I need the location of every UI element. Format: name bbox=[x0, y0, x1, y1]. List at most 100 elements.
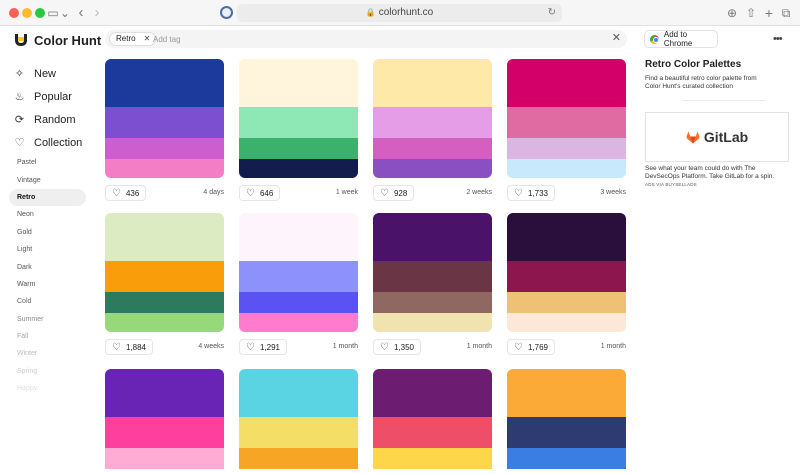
palette-card[interactable]: ♡ 1,884 4 weeks bbox=[105, 213, 224, 355]
palette-swatches[interactable] bbox=[105, 369, 224, 474]
color-swatch[interactable] bbox=[239, 59, 358, 107]
add-tag-input[interactable] bbox=[153, 33, 553, 45]
color-swatch[interactable] bbox=[507, 469, 626, 474]
color-swatch[interactable] bbox=[239, 138, 358, 159]
color-swatch[interactable] bbox=[105, 369, 224, 417]
color-swatch[interactable] bbox=[373, 159, 492, 178]
remove-tag-icon[interactable]: ✕ bbox=[144, 33, 151, 45]
tag-item-summer[interactable]: Summer bbox=[9, 311, 86, 328]
color-swatch[interactable] bbox=[239, 107, 358, 138]
palette-swatches[interactable] bbox=[507, 59, 626, 178]
palette-swatches[interactable] bbox=[239, 369, 358, 474]
tag-search-bar[interactable]: Retro ✕ ✕ bbox=[105, 30, 627, 48]
palette-swatches[interactable] bbox=[373, 59, 492, 178]
color-swatch[interactable] bbox=[373, 369, 492, 417]
more-options-icon[interactable]: ••• bbox=[773, 33, 783, 45]
palette-card[interactable] bbox=[239, 369, 358, 474]
tag-item-pastel[interactable]: Pastel bbox=[9, 154, 86, 171]
palette-card[interactable] bbox=[507, 369, 626, 474]
tag-item-warm[interactable]: Warm bbox=[9, 276, 86, 293]
color-swatch[interactable] bbox=[239, 261, 358, 292]
color-swatch[interactable] bbox=[507, 369, 626, 417]
color-swatch[interactable] bbox=[239, 369, 358, 417]
tag-item-happy[interactable]: Happy bbox=[9, 380, 86, 397]
palette-card[interactable]: ♡ 1,769 1 month bbox=[507, 213, 626, 355]
color-swatch[interactable] bbox=[239, 417, 358, 448]
color-swatch[interactable] bbox=[105, 138, 224, 159]
nav-item-collection[interactable]: ♡ Collection bbox=[13, 131, 98, 154]
tag-item-cold[interactable]: Cold bbox=[9, 293, 86, 310]
site-settings-icon[interactable] bbox=[220, 6, 233, 19]
color-swatch[interactable] bbox=[105, 59, 224, 107]
like-button[interactable]: ♡ 1,733 bbox=[507, 185, 555, 201]
tag-item-fall[interactable]: Fall bbox=[9, 328, 86, 345]
new-tab-button[interactable]: + bbox=[763, 4, 775, 22]
color-swatch[interactable] bbox=[105, 261, 224, 292]
brand-name[interactable]: Color Hunt bbox=[34, 33, 101, 48]
color-swatch[interactable] bbox=[373, 469, 492, 474]
color-swatch[interactable] bbox=[507, 159, 626, 178]
color-swatch[interactable] bbox=[239, 159, 358, 178]
zoom-window-button[interactable] bbox=[35, 8, 45, 18]
color-swatch[interactable] bbox=[239, 292, 358, 313]
color-swatch[interactable] bbox=[373, 292, 492, 313]
palette-swatches[interactable] bbox=[373, 213, 492, 332]
color-swatch[interactable] bbox=[373, 417, 492, 448]
nav-item-new[interactable]: ✧ New bbox=[13, 62, 98, 85]
forward-button[interactable]: › bbox=[92, 4, 102, 22]
ad-via-label[interactable]: ADS VIA BUYSELLADS bbox=[645, 182, 697, 187]
tag-item-spring[interactable]: Spring bbox=[9, 363, 86, 380]
color-swatch[interactable] bbox=[507, 313, 626, 332]
like-button[interactable]: ♡ 928 bbox=[373, 185, 415, 201]
tag-item-gold[interactable]: Gold bbox=[9, 224, 86, 241]
color-swatch[interactable] bbox=[239, 448, 358, 469]
tag-item-dark[interactable]: Dark bbox=[9, 258, 86, 275]
palette-swatches[interactable] bbox=[507, 369, 626, 474]
like-button[interactable]: ♡ 1,769 bbox=[507, 339, 555, 355]
palette-swatches[interactable] bbox=[507, 213, 626, 332]
color-swatch[interactable] bbox=[507, 59, 626, 107]
tag-item-vintage[interactable]: Vintage bbox=[9, 171, 86, 188]
close-window-button[interactable] bbox=[9, 8, 19, 18]
tab-overview-icon[interactable]: ⧉ bbox=[780, 4, 792, 22]
tag-chip-retro[interactable]: Retro ✕ bbox=[109, 32, 157, 46]
palette-card[interactable]: ♡ 1,350 1 month bbox=[373, 213, 492, 355]
clear-search-icon[interactable]: ✕ bbox=[612, 31, 621, 44]
color-swatch[interactable] bbox=[507, 448, 626, 469]
color-swatch[interactable] bbox=[239, 469, 358, 474]
ad-banner[interactable]: GitLab bbox=[645, 112, 789, 162]
tag-item-light[interactable]: Light bbox=[9, 241, 86, 258]
color-swatch[interactable] bbox=[507, 417, 626, 448]
color-swatch[interactable] bbox=[105, 313, 224, 332]
palette-card[interactable]: ♡ 1,291 1 month bbox=[239, 213, 358, 355]
color-swatch[interactable] bbox=[373, 107, 492, 138]
palette-swatches[interactable] bbox=[105, 213, 224, 332]
tag-item-neon[interactable]: Neon bbox=[9, 206, 86, 223]
palette-card[interactable]: ♡ 436 4 days bbox=[105, 59, 224, 201]
add-to-chrome-button[interactable]: Add to Chrome bbox=[644, 30, 718, 48]
color-swatch[interactable] bbox=[105, 292, 224, 313]
color-swatch[interactable] bbox=[105, 417, 224, 448]
address-bar[interactable]: 🔒 colorhunt.co ↻ bbox=[237, 4, 562, 22]
palette-swatches[interactable] bbox=[239, 213, 358, 332]
color-swatch[interactable] bbox=[373, 213, 492, 261]
color-swatch[interactable] bbox=[507, 138, 626, 159]
like-button[interactable]: ♡ 436 bbox=[105, 185, 147, 201]
color-swatch[interactable] bbox=[373, 138, 492, 159]
color-swatch[interactable] bbox=[105, 107, 224, 138]
palette-card[interactable]: ♡ 1,733 3 weeks bbox=[507, 59, 626, 201]
palette-card[interactable] bbox=[373, 369, 492, 474]
tag-item-winter[interactable]: Winter bbox=[9, 345, 86, 362]
like-button[interactable]: ♡ 1,884 bbox=[105, 339, 153, 355]
chevron-down-icon[interactable]: ⌄ bbox=[60, 4, 70, 22]
color-swatch[interactable] bbox=[105, 159, 224, 178]
color-swatch[interactable] bbox=[373, 448, 492, 469]
reload-icon[interactable]: ↻ bbox=[548, 4, 556, 22]
color-swatch[interactable] bbox=[373, 261, 492, 292]
color-swatch[interactable] bbox=[507, 261, 626, 292]
palette-swatches[interactable] bbox=[239, 59, 358, 178]
palette-card[interactable]: ♡ 928 2 weeks bbox=[373, 59, 492, 201]
color-swatch[interactable] bbox=[105, 213, 224, 261]
back-button[interactable]: ‹ bbox=[76, 4, 86, 22]
color-swatch[interactable] bbox=[239, 213, 358, 261]
